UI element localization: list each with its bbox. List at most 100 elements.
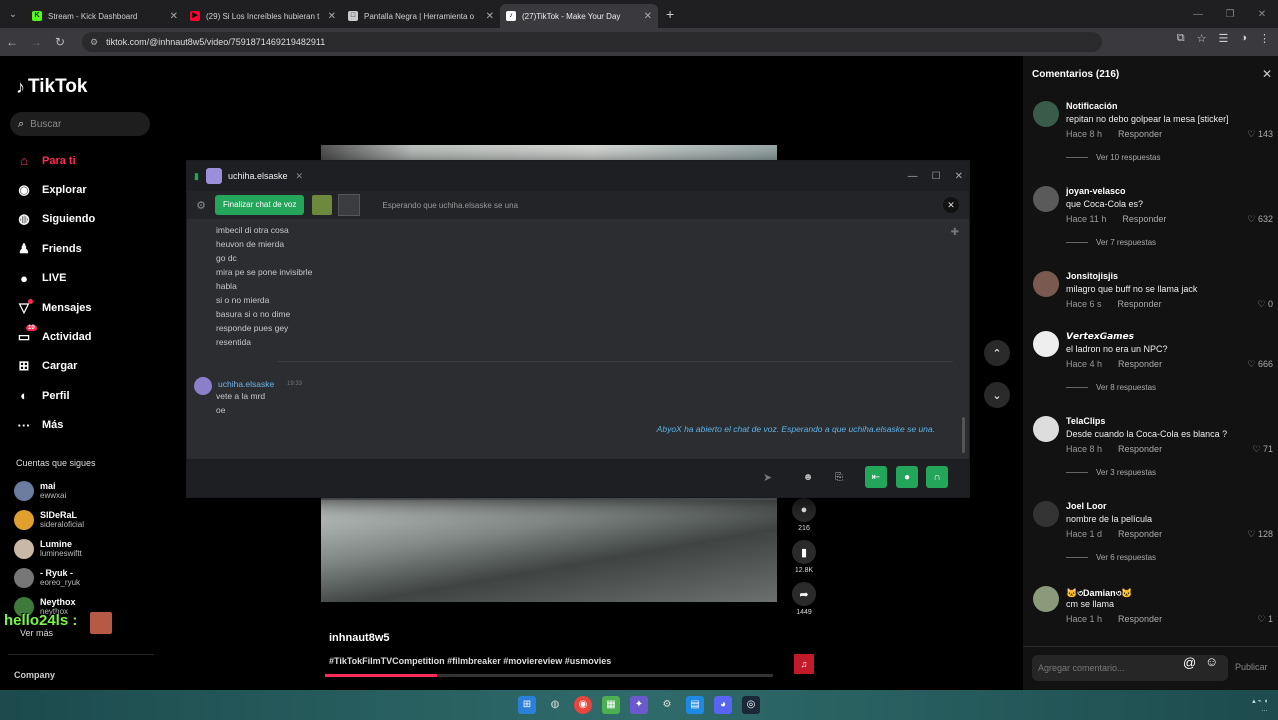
dm-username[interactable]: uchiha.elsaske: [228, 171, 288, 181]
followed-account[interactable]: SIDeRaL sideraloficial: [14, 505, 84, 534]
chrome-icon[interactable]: ◉: [574, 696, 592, 714]
browser-tab[interactable]: K Stream - Kick Dashboard ✕: [26, 4, 184, 28]
avatar[interactable]: [1033, 271, 1059, 297]
like-button[interactable]: ♡ 1: [1257, 614, 1273, 625]
view-replies-link[interactable]: Ver 8 respuestas: [1066, 383, 1156, 392]
minecraft-icon[interactable]: ▦: [602, 696, 620, 714]
previous-video-button[interactable]: ⌃: [984, 340, 1010, 366]
followed-account[interactable]: Lumine lumineswiftt: [14, 534, 84, 563]
like-button[interactable]: ♡ 71: [1252, 444, 1273, 455]
comment-input[interactable]: Agregar comentario...: [1032, 655, 1228, 681]
sidebar-item[interactable]: ◐ Perfil: [14, 381, 95, 410]
sidebar-item[interactable]: ▽ Mensajes: [14, 293, 95, 322]
tiktok-logo[interactable]: ♪ TikTok: [16, 76, 87, 98]
sound-disc-icon[interactable]: ♫: [794, 654, 814, 674]
maximize-icon[interactable]: ❐: [1214, 9, 1246, 20]
minimize-icon[interactable]: —: [1182, 9, 1214, 20]
emoji-icon[interactable]: ☺: [1205, 654, 1218, 669]
followed-account[interactable]: - Ryuk - eoreo_ryuk: [14, 563, 84, 592]
github-icon[interactable]: ◍: [546, 696, 564, 714]
video-action[interactable]: ➦ 1449: [790, 582, 818, 616]
emoji-picker-icon[interactable]: ☻: [797, 466, 819, 488]
comment-author[interactable]: Notificación: [1066, 101, 1118, 111]
like-button[interactable]: ♡ 632: [1247, 214, 1273, 225]
steam-icon[interactable]: ◎: [742, 696, 760, 714]
comment-author[interactable]: Joel Loor: [1066, 501, 1107, 511]
post-comment-button[interactable]: Publicar: [1235, 662, 1268, 672]
discord-minimize-icon[interactable]: —: [908, 171, 918, 182]
send-icon[interactable]: ➤: [763, 471, 772, 484]
company-link[interactable]: Company: [14, 670, 55, 680]
sidebar-item[interactable]: ● LIVE: [14, 264, 95, 293]
message-scrollbar[interactable]: [962, 417, 965, 453]
reply-button[interactable]: Responder: [1118, 299, 1162, 309]
install-icon[interactable]: ⧉: [1177, 32, 1185, 45]
view-replies-link[interactable]: Ver 7 respuestas: [1066, 238, 1156, 247]
comment-icon[interactable]: ●: [792, 498, 816, 522]
close-tab-icon[interactable]: ✕: [486, 11, 494, 22]
like-button[interactable]: ♡ 0: [1257, 299, 1273, 310]
call-settings-icon[interactable]: ⚙: [187, 199, 215, 212]
close-tab-icon[interactable]: ✕: [328, 11, 336, 22]
close-call-bar-icon[interactable]: ✕: [943, 197, 959, 213]
message-author-name[interactable]: uchiha.elsaske: [218, 379, 274, 389]
sidebar-item[interactable]: ··· Más: [14, 411, 95, 440]
avatar[interactable]: [1033, 501, 1059, 527]
bookmark-icon[interactable]: ▮: [792, 540, 816, 564]
video-progress-bar[interactable]: [325, 674, 773, 677]
video-action[interactable]: ● 216: [790, 498, 818, 532]
see-more-link[interactable]: Ver más: [20, 628, 53, 638]
discord-icon[interactable]: ◕: [714, 696, 732, 714]
start-icon[interactable]: ⊞: [518, 696, 536, 714]
close-window-icon[interactable]: ✕: [1246, 9, 1278, 20]
microphone-icon[interactable]: ●: [896, 466, 918, 488]
discord-maximize-icon[interactable]: ☐: [932, 171, 941, 182]
comment-author[interactable]: TelaClips: [1066, 416, 1105, 426]
sidebar-item[interactable]: ⌂ Para ti: [14, 146, 95, 175]
browser-tab[interactable]: ♪ (27)TikTok - Make Your Day ✕: [500, 4, 658, 28]
avatar[interactable]: [1033, 186, 1059, 212]
avatar[interactable]: [1033, 586, 1059, 612]
video-caption[interactable]: #TikTokFilmTVCompetition #filmbreaker #m…: [329, 656, 611, 666]
headphones-icon[interactable]: ∩: [926, 466, 948, 488]
view-replies-link[interactable]: Ver 3 respuestas: [1066, 468, 1156, 477]
message-author-avatar[interactable]: [194, 377, 212, 395]
explorer-icon[interactable]: ▤: [686, 696, 704, 714]
comment-author[interactable]: joyan-velasco: [1066, 186, 1126, 196]
next-video-button[interactable]: ⌄: [984, 382, 1010, 408]
message-composer[interactable]: ➤ ☻ ⎘ ⇤ ● ∩: [187, 459, 969, 497]
browser-menu-icon[interactable]: ⋮: [1259, 32, 1270, 45]
bookmark-star-icon[interactable]: ☆: [1197, 32, 1207, 45]
followed-account[interactable]: mai ewwxai: [14, 476, 84, 505]
leave-call-icon[interactable]: ⇤: [865, 466, 887, 488]
avatar[interactable]: [1033, 416, 1059, 442]
avatar[interactable]: [1033, 331, 1059, 357]
back-icon[interactable]: ←: [0, 35, 24, 49]
attach-icon[interactable]: ⎘: [828, 466, 850, 488]
reply-button[interactable]: Responder: [1118, 529, 1162, 539]
comment-author[interactable]: Jonsitojisjis: [1066, 271, 1118, 281]
share-icon[interactable]: ➦: [792, 582, 816, 606]
reply-button[interactable]: Responder: [1118, 359, 1162, 369]
add-reaction-icon[interactable]: ✚: [951, 227, 959, 238]
extensions-icon[interactable]: ☰: [1218, 32, 1228, 45]
video-action[interactable]: ▮ 12.8K: [790, 540, 818, 574]
tab-search-icon[interactable]: ⌄: [0, 0, 26, 28]
new-tab-button[interactable]: +: [666, 6, 674, 22]
sidebar-item[interactable]: ◉ Explorar: [14, 175, 95, 204]
like-button[interactable]: ♡ 666: [1247, 359, 1273, 370]
url-field[interactable]: ⚙ tiktok.com/@inhnaut8w5/video/759187146…: [82, 32, 1102, 52]
settings-icon[interactable]: ⚙: [658, 696, 676, 714]
reply-button[interactable]: Responder: [1118, 614, 1162, 624]
like-button[interactable]: ♡ 128: [1247, 529, 1273, 540]
mention-icon[interactable]: @: [1183, 655, 1196, 670]
app-icon[interactable]: ✦: [630, 696, 648, 714]
reload-icon[interactable]: ↻: [48, 35, 72, 49]
close-tab-icon[interactable]: ✕: [170, 11, 178, 22]
search-input[interactable]: ⌕ Buscar: [10, 112, 150, 136]
close-dm-tab-icon[interactable]: ✕: [296, 171, 304, 182]
sidebar-item[interactable]: ⊞ Cargar: [14, 352, 95, 381]
close-tab-icon[interactable]: ✕: [644, 11, 652, 22]
close-comments-icon[interactable]: ✕: [1262, 67, 1272, 81]
profile-avatar-icon[interactable]: ◑: [1240, 32, 1247, 45]
